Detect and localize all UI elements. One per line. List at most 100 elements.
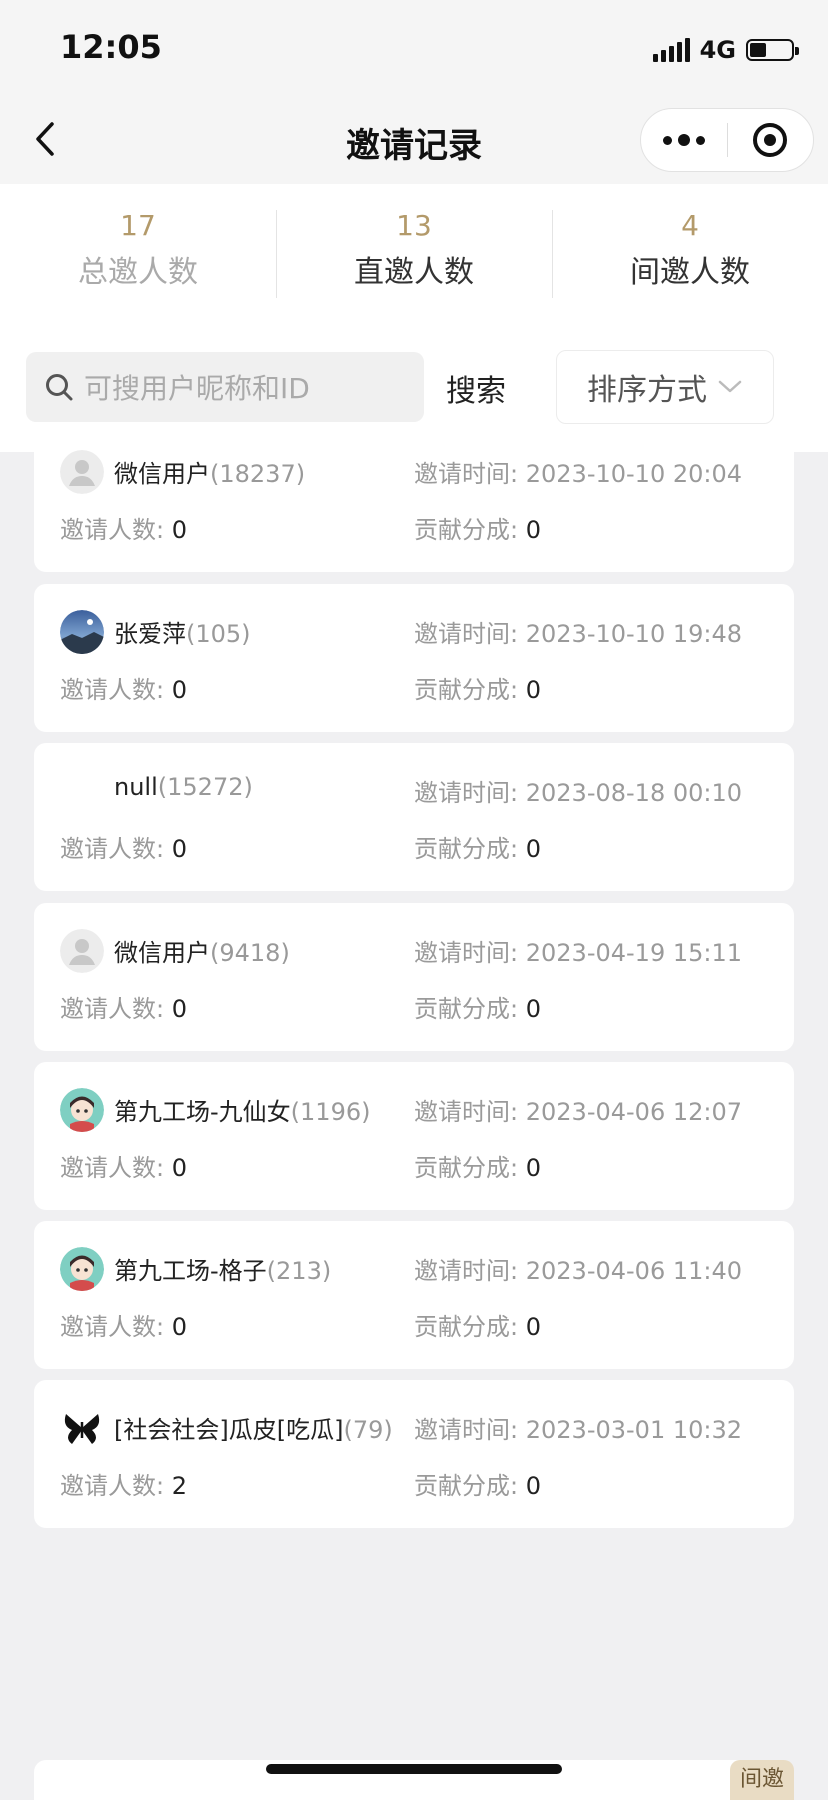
contribution-share: 贡献分成: 0 [414,510,541,545]
invite-count-value: 0 [171,676,188,704]
invite-time: 邀请时间: 2023-08-18 00:10 [414,773,742,808]
invite-time-value: 2023-10-10 19:48 [525,620,743,648]
search-button[interactable]: 搜索 [446,366,506,410]
header: 12:05 4G 邀请记录 [0,0,828,184]
stat-indirect-label: 间邀人数 [630,255,750,290]
contribution-label: 贡献分成: [414,995,519,1023]
sort-label: 排序方式 [587,373,707,408]
invite-time-label: 邀请时间: [414,620,519,648]
invite-count-value: 0 [171,835,188,863]
contribution-share: 贡献分成: 0 [414,1148,541,1183]
invite-time-value: 2023-08-18 00:10 [525,779,743,807]
contribution-label: 贡献分成: [414,676,519,704]
invite-count: 邀请人数: 0 [60,1148,187,1183]
record-nickname: null(15272) [114,773,253,801]
invite-time-value: 2023-03-01 10:32 [525,1416,743,1444]
invite-time-label: 邀请时间: [414,1416,519,1444]
record-nickname: 张爱萍(105) [114,614,251,649]
indirect-badge: 间邀 [730,1760,794,1800]
nickname-text: 第九工场-格子 [114,1257,267,1285]
record-card[interactable]: 张爱萍(105) 邀请时间: 2023-10-10 19:48 邀请人数: 0 贡献分… [34,584,794,732]
contribution-share: 贡献分成: 0 [414,989,541,1024]
search-input[interactable]: 可搜用户昵称和ID [26,352,424,422]
record-nickname: 微信用户(9418) [114,933,290,968]
contribution-label: 贡献分成: [414,516,519,544]
invite-count-label: 邀请人数: [60,676,165,704]
user-id: (213) [266,1257,332,1285]
contribution-value: 0 [525,676,542,704]
record-nickname: 第九工场-九仙女(1196) [114,1092,370,1127]
contribution-value: 0 [525,516,542,544]
contribution-share: 贡献分成: 0 [414,1466,541,1501]
stat-total-label: 总邀人数 [78,255,198,290]
chevron-down-icon [718,380,742,393]
contribution-value: 0 [525,835,542,863]
invite-time-value: 2023-04-06 11:40 [525,1257,743,1285]
close-target-icon[interactable] [728,109,814,171]
nickname-text: 微信用户 [114,460,210,488]
invite-count-label: 邀请人数: [60,1313,165,1341]
avatar [60,1406,104,1450]
record-card[interactable]: null(15272) 邀请时间: 2023-08-18 00:10 邀请人数: 0… [34,743,794,891]
contribution-value: 0 [525,1313,542,1341]
nickname-text: [社会社会]瓜皮[吃瓜] [114,1416,344,1444]
stat-total[interactable]: 17 总邀人数 [0,206,276,302]
invite-count-value: 2 [171,1472,188,1500]
status-time: 12:05 [60,28,162,66]
avatar [60,1247,104,1291]
invite-count-label: 邀请人数: [60,835,165,863]
invite-count: 邀请人数: 2 [60,1466,187,1501]
invite-count: 邀请人数: 0 [60,989,187,1024]
invite-count-value: 0 [171,1154,188,1182]
stat-indirect[interactable]: 4 间邀人数 [552,206,828,302]
user-id: (1196) [290,1098,371,1126]
record-card[interactable]: 微信用户(9418) 邀请时间: 2023-04-19 15:11 邀请人数: 0贡… [34,903,794,1051]
invite-time-label: 邀请时间: [414,1257,519,1285]
record-card[interactable]: 第九工场-格子(213) 邀请时间: 2023-04-06 11:40 邀请人数: … [34,1221,794,1369]
contribution-share: 贡献分成: 0 [414,670,541,705]
invite-count-label: 邀请人数: [60,516,165,544]
network-type: 4G [699,36,736,64]
invite-count-value: 0 [171,1313,188,1341]
contribution-value: 0 [525,1154,542,1182]
avatar [60,1088,104,1132]
invite-time-label: 邀请时间: [414,1098,519,1126]
mini-program-capsule [640,108,814,172]
more-menu-icon[interactable] [641,109,727,171]
invite-time-label: 邀请时间: [414,460,519,488]
contribution-label: 贡献分成: [414,1154,519,1182]
user-id: (15272) [157,773,253,801]
home-indicator [266,1764,562,1774]
avatar [60,610,104,654]
sort-dropdown[interactable]: 排序方式 [556,350,774,424]
invite-count: 邀请人数: 0 [60,510,187,545]
invite-count-label: 邀请人数: [60,1472,165,1500]
nickname-text: null [114,773,158,801]
contribution-label: 贡献分成: [414,1313,519,1341]
invite-stats: 17 总邀人数 13 直邀人数 4 间邀人数 [0,206,828,302]
contribution-label: 贡献分成: [414,1472,519,1500]
user-id: (79) [343,1416,393,1444]
invite-time-value: 2023-10-10 20:04 [525,460,743,488]
contribution-label: 贡献分成: [414,835,519,863]
stat-direct-label: 直邀人数 [354,255,474,290]
stat-direct[interactable]: 13 直邀人数 [276,206,552,302]
invite-count-value: 0 [171,995,188,1023]
search-placeholder: 可搜用户昵称和ID [84,372,310,405]
record-card[interactable]: [社会社会]瓜皮[吃瓜](79) 邀请时间: 2023-03-01 10:32 邀请… [34,1380,794,1528]
contribution-share: 贡献分成: 0 [414,829,541,864]
contribution-value: 0 [525,995,542,1023]
invite-time: 邀请时间: 2023-03-01 10:32 [414,1410,742,1445]
nickname-text: 微信用户 [114,939,210,967]
invite-count-value: 0 [171,516,188,544]
user-id: (105) [186,620,251,648]
record-card[interactable]: 第九工场-九仙女(1196) 邀请时间: 2023-04-06 12:07 邀请人数… [34,1062,794,1210]
status-icons: 4G [652,34,799,66]
contribution-share: 贡献分成: 0 [414,1307,541,1342]
record-nickname: 第九工场-格子(213) [114,1251,331,1286]
invite-time: 邀请时间: 2023-04-06 11:40 [414,1251,742,1286]
avatar [60,769,104,813]
avatar [60,929,104,973]
record-card[interactable]: 微信用户(18237) 邀请时间: 2023-10-10 20:04 邀请人数: 0… [34,424,794,572]
nickname-text: 第九工场-九仙女 [114,1098,291,1126]
